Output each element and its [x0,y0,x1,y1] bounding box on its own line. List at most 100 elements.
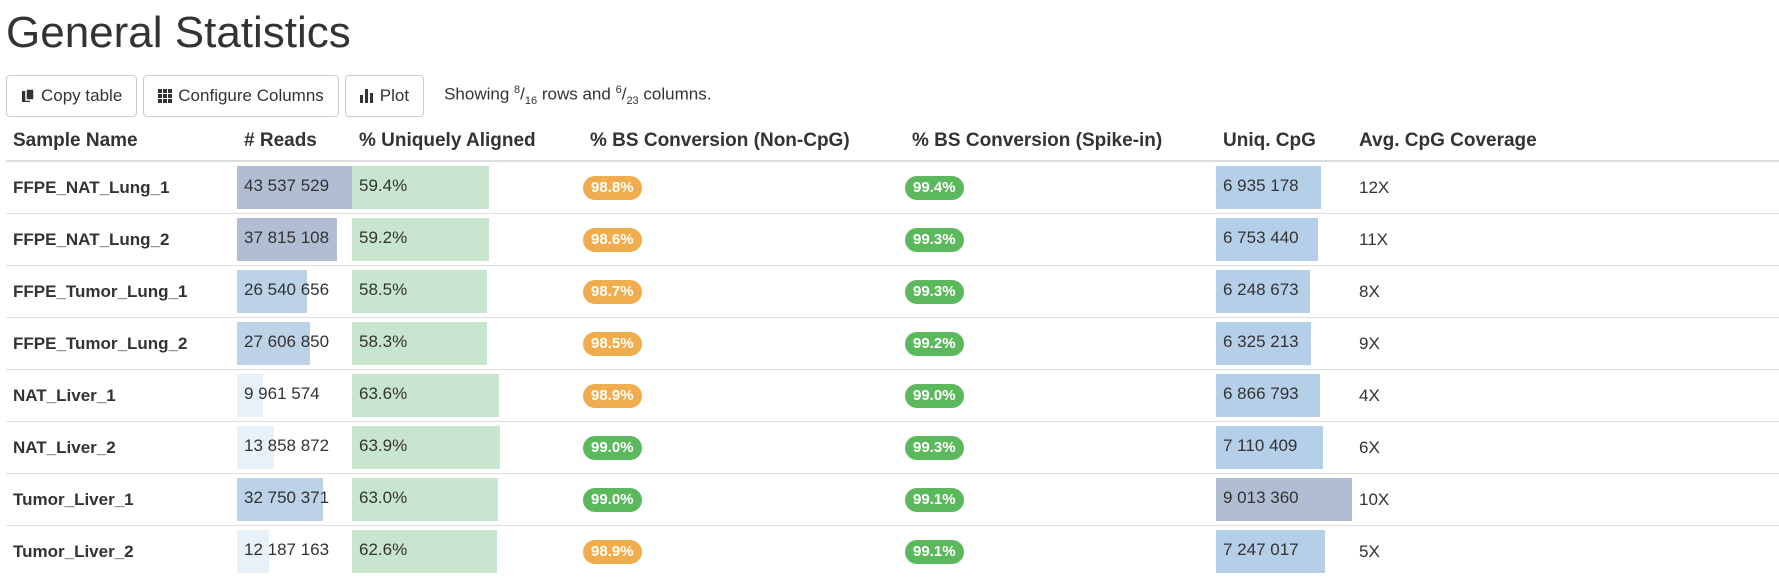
reads-cell: 32 750 371 [237,473,352,526]
uniq-cpg-cell: 7 247 017 [1216,525,1352,577]
aligned-value: 58.3% [359,331,408,351]
aligned-value: 62.6% [359,539,408,559]
column-header-sample-name[interactable]: Sample Name [6,126,237,162]
column-header-reads[interactable]: # Reads [237,126,352,162]
reads-value: 26 540 656 [244,279,330,299]
copy-table-button[interactable]: Copy table [6,75,138,117]
bs-spike-cell: 99.2% [905,317,1216,370]
table-row: Tumor_Liver_1 32 750 371 63.0% 99.0% 99.… [6,473,1779,526]
bar-chart-icon [359,89,374,103]
reads-value: 12 187 163 [244,539,330,559]
configure-columns-button[interactable]: Configure Columns [143,75,339,117]
bs-spike-cell: 99.1% [905,525,1216,577]
uniq-cpg-cell: 6 866 793 [1216,369,1352,422]
uniq-cpg-cell: 6 753 440 [1216,213,1352,266]
bs-spike-badge: 99.2% [905,331,964,356]
cols-total: 23 [626,95,639,108]
plot-button[interactable]: Plot [344,75,425,117]
uniq-cpg-value: 6 935 178 [1223,175,1299,195]
bs-noncpg-cell: 98.6% [583,213,905,266]
bs-noncpg-badge: 98.7% [583,279,642,304]
column-header-uniquely-aligned[interactable]: % Uniquely Aligned [352,126,583,162]
uniq-cpg-value: 6 325 213 [1223,331,1299,351]
sample-name-cell: FFPE_NAT_Lung_2 [6,213,237,266]
bs-noncpg-badge: 98.9% [583,383,642,408]
aligned-cell: 63.6% [352,369,583,422]
aligned-value: 58.5% [359,279,408,299]
sample-name-cell: FFPE_Tumor_Lung_2 [6,317,237,370]
bs-noncpg-badge: 99.0% [583,487,642,512]
reads-cell: 27 606 850 [237,317,352,370]
copy-table-label: Copy table [41,86,123,105]
bs-noncpg-badge: 98.5% [583,331,642,356]
bs-spike-badge: 99.0% [905,383,964,408]
general-stats-table: Sample Name # Reads % Uniquely Aligned %… [6,126,1779,577]
aligned-value: 63.6% [359,383,408,403]
uniq-cpg-value: 6 866 793 [1223,383,1299,403]
column-header-bs-conversion-spikein[interactable]: % BS Conversion (Spike-in) [905,126,1216,162]
column-header-bs-conversion-noncpg[interactable]: % BS Conversion (Non-CpG) [583,126,905,162]
page-title: General Statistics [6,8,351,57]
coverage-cell: 9X [1352,317,1779,370]
reads-value: 32 750 371 [244,487,330,507]
sample-name-cell: NAT_Liver_2 [6,421,237,474]
sample-name-cell: FFPE_Tumor_Lung_1 [6,265,237,318]
bs-noncpg-badge: 99.0% [583,435,642,460]
aligned-cell: 58.5% [352,265,583,318]
bs-spike-cell: 99.3% [905,421,1216,474]
uniq-cpg-cell: 6 325 213 [1216,317,1352,370]
aligned-cell: 63.0% [352,473,583,526]
bs-noncpg-cell: 98.9% [583,525,905,577]
coverage-cell: 10X [1352,473,1779,526]
table-header-row: Sample Name # Reads % Uniquely Aligned %… [6,126,1779,162]
table-toolbar: Copy table Configure Columns Plot Showin… [6,74,711,118]
table-row: FFPE_NAT_Lung_1 43 537 529 59.4% 98.8% 9… [6,160,1779,214]
bs-spike-badge: 99.4% [905,175,964,200]
bs-spike-badge: 99.3% [905,435,964,460]
table-row: FFPE_Tumor_Lung_1 26 540 656 58.5% 98.7%… [6,265,1779,318]
reads-value: 43 537 529 [244,175,330,195]
column-header-avg-cpg-coverage[interactable]: Avg. CpG Coverage [1352,126,1779,162]
rows-shown: 8 [514,84,521,97]
aligned-value: 59.2% [359,227,408,247]
uniq-cpg-value: 6 753 440 [1223,227,1299,247]
bs-noncpg-cell: 98.5% [583,317,905,370]
copy-icon [21,88,35,104]
sample-name-cell: Tumor_Liver_2 [6,525,237,577]
aligned-cell: 59.4% [352,160,583,214]
table-row: FFPE_Tumor_Lung_2 27 606 850 58.3% 98.5%… [6,317,1779,370]
table-row: FFPE_NAT_Lung_2 37 815 108 59.2% 98.6% 9… [6,213,1779,266]
bs-noncpg-badge: 98.9% [583,539,642,564]
column-header-uniq-cpg[interactable]: Uniq. CpG [1216,126,1352,162]
reads-cell: 26 540 656 [237,265,352,318]
bs-spike-cell: 99.3% [905,265,1216,318]
aligned-value: 63.0% [359,487,408,507]
bs-spike-cell: 99.4% [905,160,1216,214]
bs-spike-cell: 99.0% [905,369,1216,422]
bs-spike-cell: 99.1% [905,473,1216,526]
bs-noncpg-cell: 98.8% [583,160,905,214]
bs-noncpg-cell: 99.0% [583,421,905,474]
sample-name-cell: Tumor_Liver_1 [6,473,237,526]
reads-cell: 43 537 529 [237,160,352,214]
aligned-value: 63.9% [359,435,408,455]
uniq-cpg-cell: 6 935 178 [1216,160,1352,214]
coverage-cell: 8X [1352,265,1779,318]
coverage-cell: 12X [1352,160,1779,214]
grid-icon [158,89,173,103]
aligned-value: 59.4% [359,175,408,195]
reads-value: 9 961 574 [244,383,320,403]
uniq-cpg-value: 9 013 360 [1223,487,1299,507]
sample-name-cell: NAT_Liver_1 [6,369,237,422]
bs-spike-cell: 99.3% [905,213,1216,266]
plot-label: Plot [379,86,410,105]
reads-cell: 37 815 108 [237,213,352,266]
bs-spike-badge: 99.3% [905,227,964,252]
uniq-cpg-cell: 7 110 409 [1216,421,1352,474]
uniq-cpg-value: 7 247 017 [1223,539,1299,559]
table-row: NAT_Liver_2 13 858 872 63.9% 99.0% 99.3%… [6,421,1779,474]
rows-total: 16 [524,95,538,108]
showing-summary: Showing 8/16 rows and 6/23 columns. [444,84,712,108]
coverage-cell: 6X [1352,421,1779,474]
bs-noncpg-badge: 98.6% [583,227,642,252]
